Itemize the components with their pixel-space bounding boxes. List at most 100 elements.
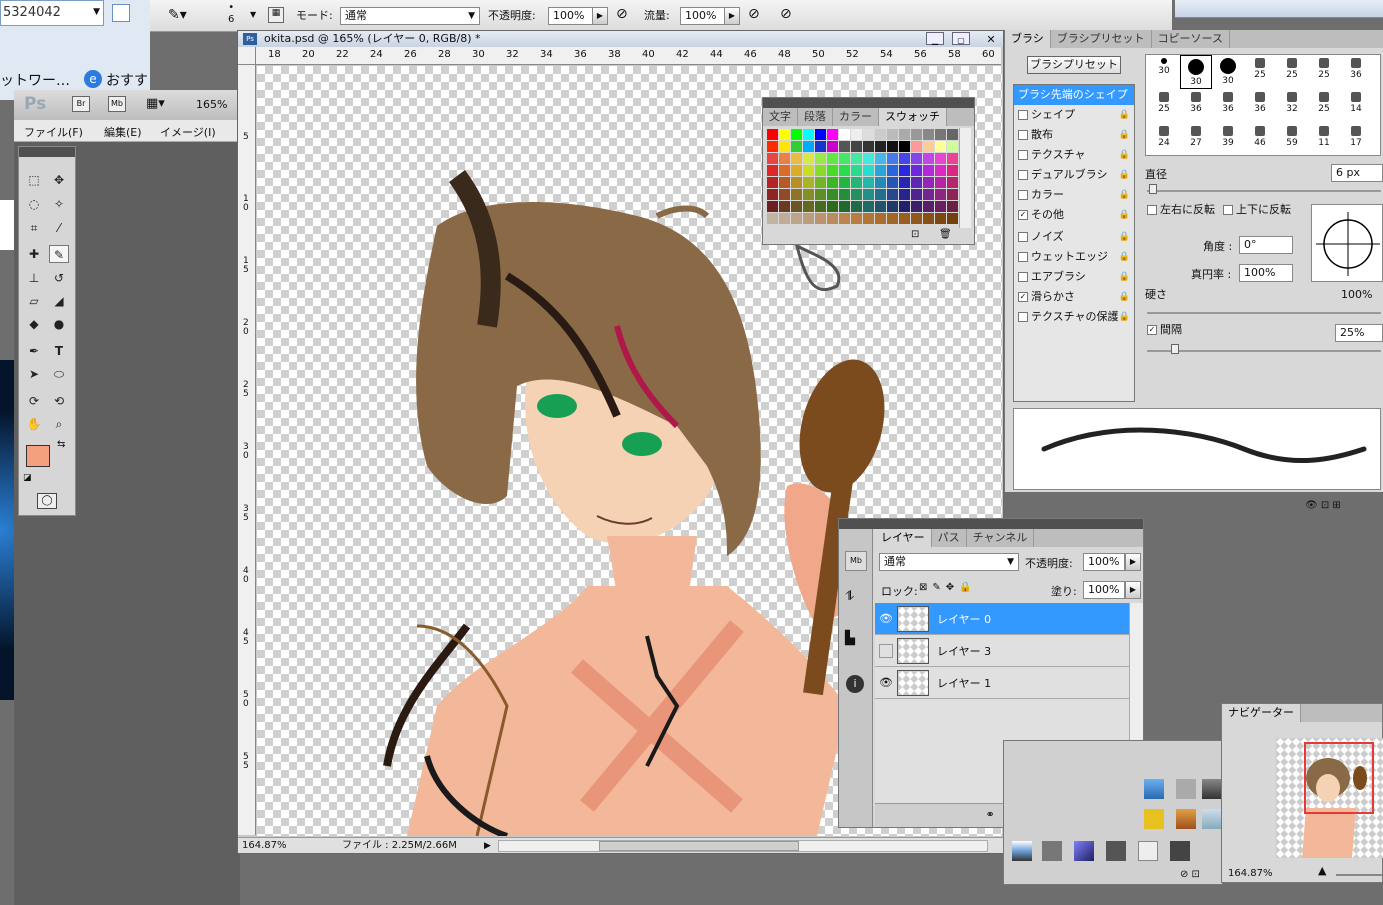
style-swatch[interactable] — [1202, 779, 1222, 799]
brush-tip[interactable]: 30 — [1148, 55, 1180, 89]
vertical-ruler[interactable]: 5 10 15 20 25 30 35 40 45 50 55 — [238, 65, 256, 835]
color-swatch[interactable] — [923, 189, 934, 200]
mini-bridge-panel-icon[interactable]: Mb — [845, 551, 867, 571]
color-swatch[interactable] — [827, 165, 838, 176]
color-swatch[interactable] — [875, 213, 886, 224]
tab-layers[interactable]: レイヤー — [875, 529, 932, 547]
lock-icon[interactable]: 🔒 — [1119, 125, 1130, 145]
color-swatch[interactable] — [827, 177, 838, 188]
color-swatch[interactable] — [839, 213, 850, 224]
diameter-slider[interactable] — [1147, 190, 1381, 192]
brush-tip[interactable]: 59 — [1276, 123, 1308, 155]
status-zoom[interactable]: 164.87% — [242, 838, 287, 854]
color-swatch[interactable] — [935, 189, 946, 200]
lock-icon[interactable]: 🔒 — [1119, 247, 1130, 267]
styles-footer-icons[interactable]: ⊘ ⊡ — [1180, 869, 1200, 880]
style-swatch[interactable] — [1106, 841, 1126, 861]
brush-presets-button[interactable]: ブラシプリセット — [1027, 56, 1121, 74]
style-swatch[interactable] — [1202, 809, 1222, 829]
color-swatch[interactable] — [779, 189, 790, 200]
color-swatch[interactable] — [779, 213, 790, 224]
color-swatch[interactable] — [899, 153, 910, 164]
ellipse-tool-icon[interactable]: ⬭ — [49, 365, 69, 383]
color-swatch[interactable] — [851, 153, 862, 164]
horizontal-scrollbar[interactable] — [498, 840, 988, 852]
brush-option-checkbox[interactable] — [1018, 232, 1028, 242]
swatch-scrollbar[interactable] — [959, 128, 971, 228]
swatches-panel-header[interactable] — [763, 98, 974, 108]
flow-input[interactable]: 100% — [680, 7, 726, 25]
color-swatch[interactable] — [839, 201, 850, 212]
color-swatch[interactable] — [779, 177, 790, 188]
hardness-value[interactable]: 100% — [1341, 288, 1372, 301]
style-swatch[interactable] — [1042, 841, 1062, 861]
path-select-icon[interactable]: ➤ — [24, 365, 44, 383]
color-swatch[interactable] — [851, 213, 862, 224]
eyedropper-icon[interactable]: ⁄ — [49, 219, 69, 237]
tab-clone-source[interactable]: コピーソース — [1152, 30, 1231, 48]
new-swatch-icon[interactable]: ⊡ — [911, 229, 919, 240]
brush-option-item[interactable]: ✓ 滑らかさ 🔒 — [1014, 287, 1134, 307]
trash-icon[interactable]: 🗑 — [939, 229, 952, 240]
brush-option-checkbox[interactable] — [1018, 272, 1028, 282]
color-swatch[interactable] — [863, 141, 874, 152]
flip-x-checkbox[interactable]: 左右に反転 — [1143, 200, 1215, 220]
brush-option-item[interactable]: シェイプ 🔒 — [1014, 105, 1134, 125]
brush-size-picker[interactable]: • 6 — [228, 2, 234, 26]
paint-bucket-icon[interactable]: ◢ — [49, 292, 69, 310]
color-swatch[interactable] — [899, 201, 910, 212]
opacity-input[interactable]: 100% — [548, 7, 594, 25]
color-swatch[interactable] — [779, 201, 790, 212]
brush-option-checkbox[interactable] — [1018, 130, 1028, 140]
color-swatch[interactable] — [911, 201, 922, 212]
color-swatch[interactable] — [815, 189, 826, 200]
brush-panel-toggle-icon[interactable]: ▦ — [268, 7, 284, 23]
brush-tip[interactable]: 25 — [1276, 55, 1308, 89]
toolbox-header[interactable] — [19, 147, 75, 157]
network-link[interactable]: ットワー… — [0, 70, 70, 90]
color-swatch[interactable] — [839, 177, 850, 188]
3d-rotate-icon[interactable]: ⟳ — [24, 392, 44, 410]
diameter-input[interactable]: 6 px — [1331, 164, 1383, 182]
brush-tip[interactable]: 46 — [1244, 123, 1276, 155]
layer-opacity-input[interactable]: 100% — [1083, 553, 1125, 571]
color-swatch[interactable] — [839, 153, 850, 164]
tab-brush[interactable]: ブラシ — [1005, 30, 1051, 48]
view-extras-icon[interactable]: ▦▾ — [146, 96, 165, 111]
dodge-tool-icon[interactable]: ● — [49, 315, 69, 333]
stamp-tool-icon[interactable]: ⊥ — [24, 269, 44, 287]
color-swatch[interactable] — [923, 213, 934, 224]
spacing-checkbox[interactable]: ✓ 間隔 — [1143, 320, 1182, 340]
color-swatch[interactable] — [935, 129, 946, 140]
tablet-pressure-icon[interactable]: ⊘ — [780, 6, 792, 22]
color-swatch[interactable] — [887, 153, 898, 164]
color-swatch[interactable] — [911, 189, 922, 200]
dropdown-arrow-icon[interactable]: ▼ — [250, 10, 256, 19]
color-swatch[interactable] — [767, 201, 778, 212]
color-swatch[interactable] — [923, 165, 934, 176]
color-swatch[interactable] — [887, 177, 898, 188]
color-swatch[interactable] — [839, 189, 850, 200]
color-swatch[interactable] — [875, 189, 886, 200]
color-swatch[interactable] — [803, 177, 814, 188]
brush-option-item[interactable]: テクスチャ 🔒 — [1014, 145, 1134, 165]
color-swatch[interactable] — [803, 165, 814, 176]
tab-paragraph[interactable]: 段落 — [798, 108, 833, 126]
spacing-slider[interactable] — [1147, 350, 1381, 352]
color-swatch[interactable] — [899, 177, 910, 188]
airbrush-icon[interactable]: ⊘ — [748, 6, 760, 22]
color-swatch[interactable] — [863, 201, 874, 212]
color-swatch[interactable] — [911, 129, 922, 140]
layers-panel-header[interactable] — [839, 519, 1143, 529]
color-swatch[interactable] — [911, 141, 922, 152]
blend-mode-select[interactable]: 通常 ▼ — [879, 553, 1019, 571]
color-swatch[interactable] — [827, 129, 838, 140]
style-swatch[interactable] — [1176, 779, 1196, 799]
layer-row[interactable]: レイヤー 3 — [875, 635, 1129, 667]
color-swatch[interactable] — [875, 153, 886, 164]
color-swatch[interactable] — [815, 165, 826, 176]
move-tool-icon[interactable]: ✥ — [49, 171, 69, 189]
color-swatch[interactable] — [827, 189, 838, 200]
diameter-slider-thumb[interactable] — [1149, 184, 1157, 194]
color-swatch[interactable] — [767, 129, 778, 140]
